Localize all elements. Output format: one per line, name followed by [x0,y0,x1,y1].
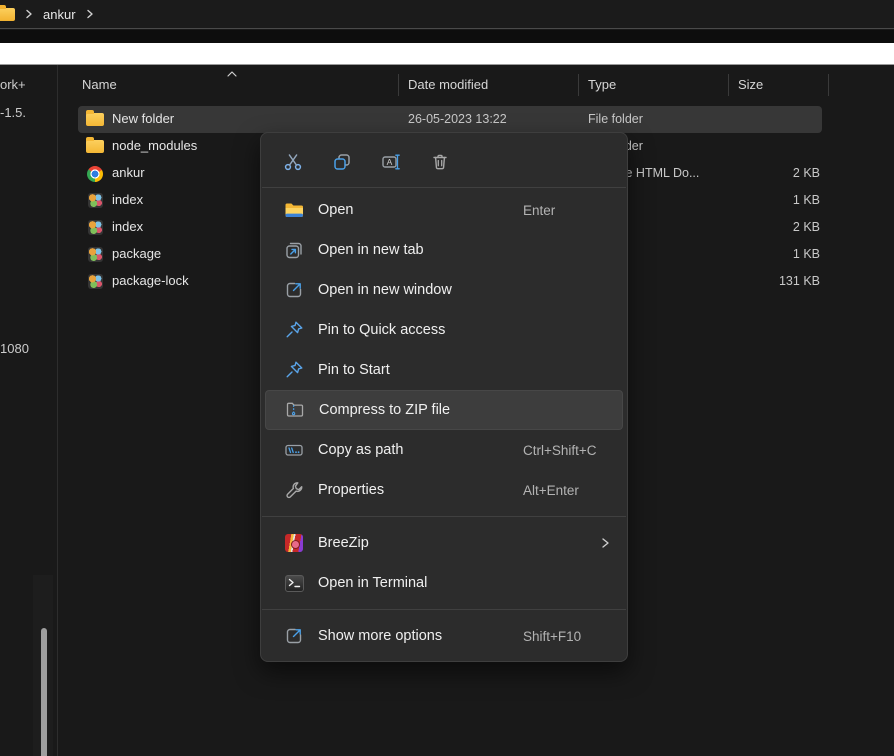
file-name: node_modules [112,138,197,153]
chevron-right-icon[interactable] [85,9,95,19]
menu-item-open-in-terminal[interactable]: Open in Terminal [261,563,627,603]
chrome-icon [86,165,104,182]
menu-item-pin-to-quick-access[interactable]: Pin to Quick access [261,310,627,350]
file-type-icon [86,192,104,209]
breezip-icon [283,532,305,554]
folder-icon [86,111,104,128]
pane-divider[interactable] [57,65,58,756]
menu-item-compress-to-zip[interactable]: Compress to ZIP file [265,390,623,430]
file-name: package [112,246,161,261]
file-size: 1 KB [793,247,820,261]
submenu-chevron-icon [599,536,611,550]
show-more-icon [283,625,305,647]
open-new-window-icon [283,279,305,301]
quick-actions-row: A [261,139,627,185]
menu-item-label: Open in new window [318,282,452,298]
sort-ascending-icon [226,66,238,81]
menu-item-breezip[interactable]: BreeZip [261,523,627,563]
menu-separator [262,187,626,188]
menu-item-pin-to-start[interactable]: Pin to Start [261,350,627,390]
scrollbar-thumb[interactable] [41,628,47,756]
column-header-size[interactable]: Size [738,77,763,92]
folder-open-icon [283,199,305,221]
menu-separator [262,516,626,517]
column-headers: Name Date modified Type Size [60,68,894,102]
scrollbar-track[interactable] [33,575,53,756]
cut-button[interactable] [277,146,309,178]
column-divider[interactable] [828,74,829,96]
file-row-new-folder[interactable]: New folder 26-05-2023 13:22 File folder [78,106,822,133]
column-divider[interactable] [398,74,399,96]
svg-text:A: A [387,157,393,167]
file-name: index [112,219,143,234]
menu-item-shortcut: Ctrl+Shift+C [523,443,597,458]
zip-folder-icon [284,399,306,421]
navigation-pane: ork+ -1.5. 1080 [0,65,57,756]
menu-item-open[interactable]: Open Enter [261,190,627,230]
file-size: 2 KB [793,220,820,234]
file-size: 2 KB [793,166,820,180]
delete-button[interactable] [424,146,456,178]
menu-item-label: Open in Terminal [318,575,427,591]
menu-item-shortcut: Enter [523,203,555,218]
column-header-date-modified[interactable]: Date modified [408,77,488,92]
menu-item-show-more-options[interactable]: Show more options Shift+F10 [261,616,627,656]
menu-item-label: BreeZip [318,535,369,551]
breadcrumb-item-ankur[interactable]: ankur [43,7,76,22]
menu-item-label: Properties [318,482,384,498]
copy-button[interactable] [326,146,358,178]
context-menu: A Open Enter [260,132,628,662]
file-name: index [112,192,143,207]
menu-item-label: Copy as path [318,442,403,458]
menu-item-label: Pin to Start [318,362,390,378]
column-header-name[interactable]: Name [82,77,117,92]
file-date: 26-05-2023 13:22 [408,112,507,126]
menu-item-open-in-new-tab[interactable]: Open in new tab [261,230,627,270]
menu-item-open-in-new-window[interactable]: Open in new window [261,270,627,310]
menu-item-shortcut: Shift+F10 [523,629,581,644]
chevron-right-icon [24,9,34,19]
nav-item-clipped[interactable]: ork+ [0,77,26,92]
folder-icon [0,8,15,21]
file-name: New folder [112,111,174,126]
file-name: ankur [112,165,145,180]
menu-item-label: Compress to ZIP file [319,402,450,418]
file-size: 1 KB [793,193,820,207]
file-type-icon [86,219,104,236]
menu-item-label: Show more options [318,628,442,644]
open-new-tab-icon [283,239,305,261]
menu-item-shortcut: Alt+Enter [523,483,579,498]
file-size: 131 KB [779,274,820,288]
command-bar-band [0,43,894,65]
menu-item-label: Open [318,202,353,218]
nav-item-clipped[interactable]: -1.5. [0,105,26,120]
file-explorer-window: ankur ork+ -1.5. 1080 Name Date modified… [0,0,894,756]
file-name: package-lock [112,273,189,288]
toolbar-strip [0,30,894,43]
column-divider[interactable] [728,74,729,96]
breadcrumb: ankur [0,0,894,29]
file-type-icon [86,273,104,290]
nav-item-clipped[interactable]: 1080 [0,341,29,356]
folder-icon [86,138,104,155]
menu-separator [262,609,626,610]
file-type: File folder [588,112,643,126]
column-divider[interactable] [578,74,579,96]
menu-item-copy-as-path[interactable]: Copy as path Ctrl+Shift+C [261,430,627,470]
cut-icon [283,152,303,172]
copy-path-icon [283,439,305,461]
wrench-icon [283,479,305,501]
menu-item-label: Pin to Quick access [318,322,445,338]
column-header-type[interactable]: Type [588,77,616,92]
delete-icon [430,152,450,172]
pin-icon [283,359,305,381]
rename-button[interactable]: A [375,146,407,178]
menu-item-properties[interactable]: Properties Alt+Enter [261,470,627,510]
menu-item-label: Open in new tab [318,242,424,258]
copy-icon [332,152,352,172]
file-type-icon [86,246,104,263]
rename-icon: A [381,152,401,172]
pin-icon [283,319,305,341]
terminal-icon [283,572,305,594]
